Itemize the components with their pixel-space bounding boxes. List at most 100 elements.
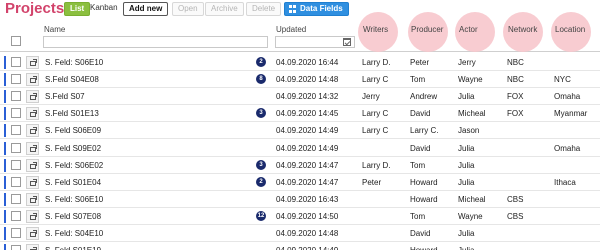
- external-open-icon[interactable]: [26, 192, 39, 206]
- grid-icon: [289, 5, 297, 13]
- row-producer: David: [410, 143, 431, 153]
- row-writers: Jerry: [362, 92, 380, 102]
- row-location: Myanmar: [554, 109, 588, 119]
- row-network: FOX: [507, 109, 524, 119]
- table-row[interactable]: S. Feld: S06E02 04.09.2020 14:47 Larry D. T…: [0, 157, 600, 174]
- comment-count-badge: 8: [256, 74, 266, 85]
- column-location-header[interactable]: Location: [555, 25, 585, 34]
- row-marker: [4, 107, 6, 121]
- archive-button[interactable]: Archive: [205, 2, 244, 16]
- row-location: Ithaca: [554, 177, 576, 187]
- calendar-icon[interactable]: [343, 38, 351, 46]
- row-actor: Julia: [458, 160, 475, 170]
- external-open-icon[interactable]: [26, 90, 39, 104]
- column-network-header[interactable]: Network: [508, 25, 537, 34]
- row-actor: Julia: [458, 92, 475, 102]
- row-name: S. Feld S07E08: [45, 211, 102, 221]
- row-actor: Wayne: [458, 75, 483, 85]
- row-producer: Andrew: [410, 92, 438, 102]
- row-network: CBS: [507, 211, 524, 221]
- table-row[interactable]: S.Feld S04E08 04.09.2020 14:48 Larry C Tom W…: [0, 71, 600, 89]
- table-row[interactable]: S. Feld S09E02 04.09.2020 14:49 David Julia…: [0, 140, 600, 157]
- row-location: NYC: [554, 75, 571, 85]
- table-row[interactable]: S. Feld S06E09 04.09.2020 14:49 Larry C Lar…: [0, 122, 600, 140]
- row-checkbox[interactable]: [11, 210, 21, 221]
- comment-count-badge: 2: [256, 57, 266, 67]
- comment-count-badge: 12: [256, 210, 266, 221]
- external-open-icon[interactable]: [26, 209, 39, 223]
- comment-count-badge: 2: [256, 176, 266, 187]
- external-open-icon[interactable]: [26, 141, 39, 155]
- column-writers-header[interactable]: Writers: [363, 25, 388, 34]
- row-marker: [4, 175, 6, 189]
- delete-button[interactable]: Delete: [246, 2, 282, 16]
- data-fields-button[interactable]: Data Fields: [284, 2, 349, 16]
- row-checkbox[interactable]: [11, 176, 21, 187]
- row-checkbox[interactable]: [11, 57, 21, 67]
- row-updated: 04.09.2020 14:49: [276, 246, 338, 250]
- row-marker: [4, 124, 6, 138]
- row-producer: Howard: [410, 194, 438, 204]
- external-open-icon[interactable]: [26, 158, 39, 172]
- table-row[interactable]: S.Feld S07 04.09.2020 14:32 Jerry Andrew Jul…: [0, 88, 600, 106]
- row-name: S. Feld S01E04: [45, 177, 102, 187]
- row-checkbox[interactable]: [11, 142, 21, 153]
- row-network: CBS: [507, 194, 524, 204]
- name-filter-input[interactable]: [43, 36, 268, 48]
- column-updated-header[interactable]: Updated: [276, 25, 306, 34]
- kanban-view-button[interactable]: Kanban: [85, 2, 123, 16]
- row-name: S. Feld S06E09: [45, 126, 102, 136]
- row-marker: [4, 192, 6, 206]
- row-checkbox[interactable]: [11, 245, 21, 250]
- row-updated: 04.09.2020 14:32: [276, 92, 339, 102]
- external-open-icon[interactable]: [26, 175, 39, 189]
- column-name-header[interactable]: Name: [44, 25, 65, 34]
- row-producer: Peter: [410, 58, 430, 67]
- column-actor-header[interactable]: Actor: [459, 25, 478, 34]
- column-producer-header[interactable]: Producer: [411, 25, 443, 34]
- row-producer: Tom: [410, 160, 426, 170]
- row-actor: Micheal: [458, 194, 486, 204]
- select-all-checkbox[interactable]: [11, 36, 21, 46]
- row-checkbox[interactable]: [11, 228, 21, 238]
- table-row[interactable]: S. Feld S01E19 04.09.2020 14:49 Howard Juli…: [0, 242, 600, 250]
- external-open-icon[interactable]: [26, 107, 39, 121]
- row-name: S. Feld S09E02: [45, 143, 102, 153]
- row-name: S.Feld S07: [45, 92, 85, 102]
- row-name: S.Feld S01E13: [45, 109, 99, 119]
- table-row[interactable]: S. Feld: S04E10 04.09.2020 14:48 David Juli…: [0, 225, 600, 242]
- add-new-button[interactable]: Add new: [123, 2, 169, 16]
- row-updated: 04.09.2020 14:49: [276, 126, 339, 136]
- table-row[interactable]: S. Feld S07E08 04.09.2020 14:50 Tom Wayne CB…: [0, 208, 600, 225]
- row-actor: Julia: [458, 177, 475, 187]
- table-row[interactable]: S. Feld: S06E10 04.09.2020 16:44 Larry D. P…: [0, 54, 600, 71]
- external-open-icon[interactable]: [26, 73, 39, 87]
- external-open-icon[interactable]: [26, 124, 39, 138]
- row-checkbox[interactable]: [11, 193, 21, 204]
- table-row[interactable]: S. Feld: S06E10 04.09.2020 16:43 Howard Mic…: [0, 191, 600, 208]
- table-header: Name Updated Writers Producer Actor Netw…: [0, 12, 600, 52]
- row-checkbox[interactable]: [11, 125, 21, 136]
- external-open-icon[interactable]: [26, 227, 39, 240]
- row-checkbox[interactable]: [11, 108, 21, 119]
- row-network: NBC: [507, 75, 524, 85]
- row-updated: 04.09.2020 14:48: [276, 75, 339, 85]
- row-checkbox[interactable]: [11, 91, 21, 102]
- table-row[interactable]: S.Feld S01E13 04.09.2020 14:45 Larry C Davi…: [0, 105, 600, 123]
- updated-filter-input[interactable]: [275, 36, 355, 48]
- open-button[interactable]: Open: [172, 2, 204, 16]
- row-writers: Larry D.: [362, 160, 391, 170]
- row-writers: Peter: [362, 177, 382, 187]
- table-row[interactable]: S. Feld S01E04 04.09.2020 14:47 Peter Howar…: [0, 174, 600, 191]
- row-actor: Julia: [458, 229, 475, 238]
- external-open-icon[interactable]: [26, 56, 39, 69]
- row-marker: [4, 227, 6, 240]
- row-actor: Micheal: [458, 109, 486, 119]
- row-actor: Wayne: [458, 211, 483, 221]
- row-checkbox[interactable]: [11, 159, 21, 170]
- external-open-icon[interactable]: [26, 244, 39, 250]
- row-checkbox[interactable]: [11, 74, 21, 85]
- row-updated: 04.09.2020 14:48: [276, 229, 339, 238]
- row-updated: 04.09.2020 16:44: [276, 58, 339, 67]
- row-location: Omaha: [554, 143, 581, 153]
